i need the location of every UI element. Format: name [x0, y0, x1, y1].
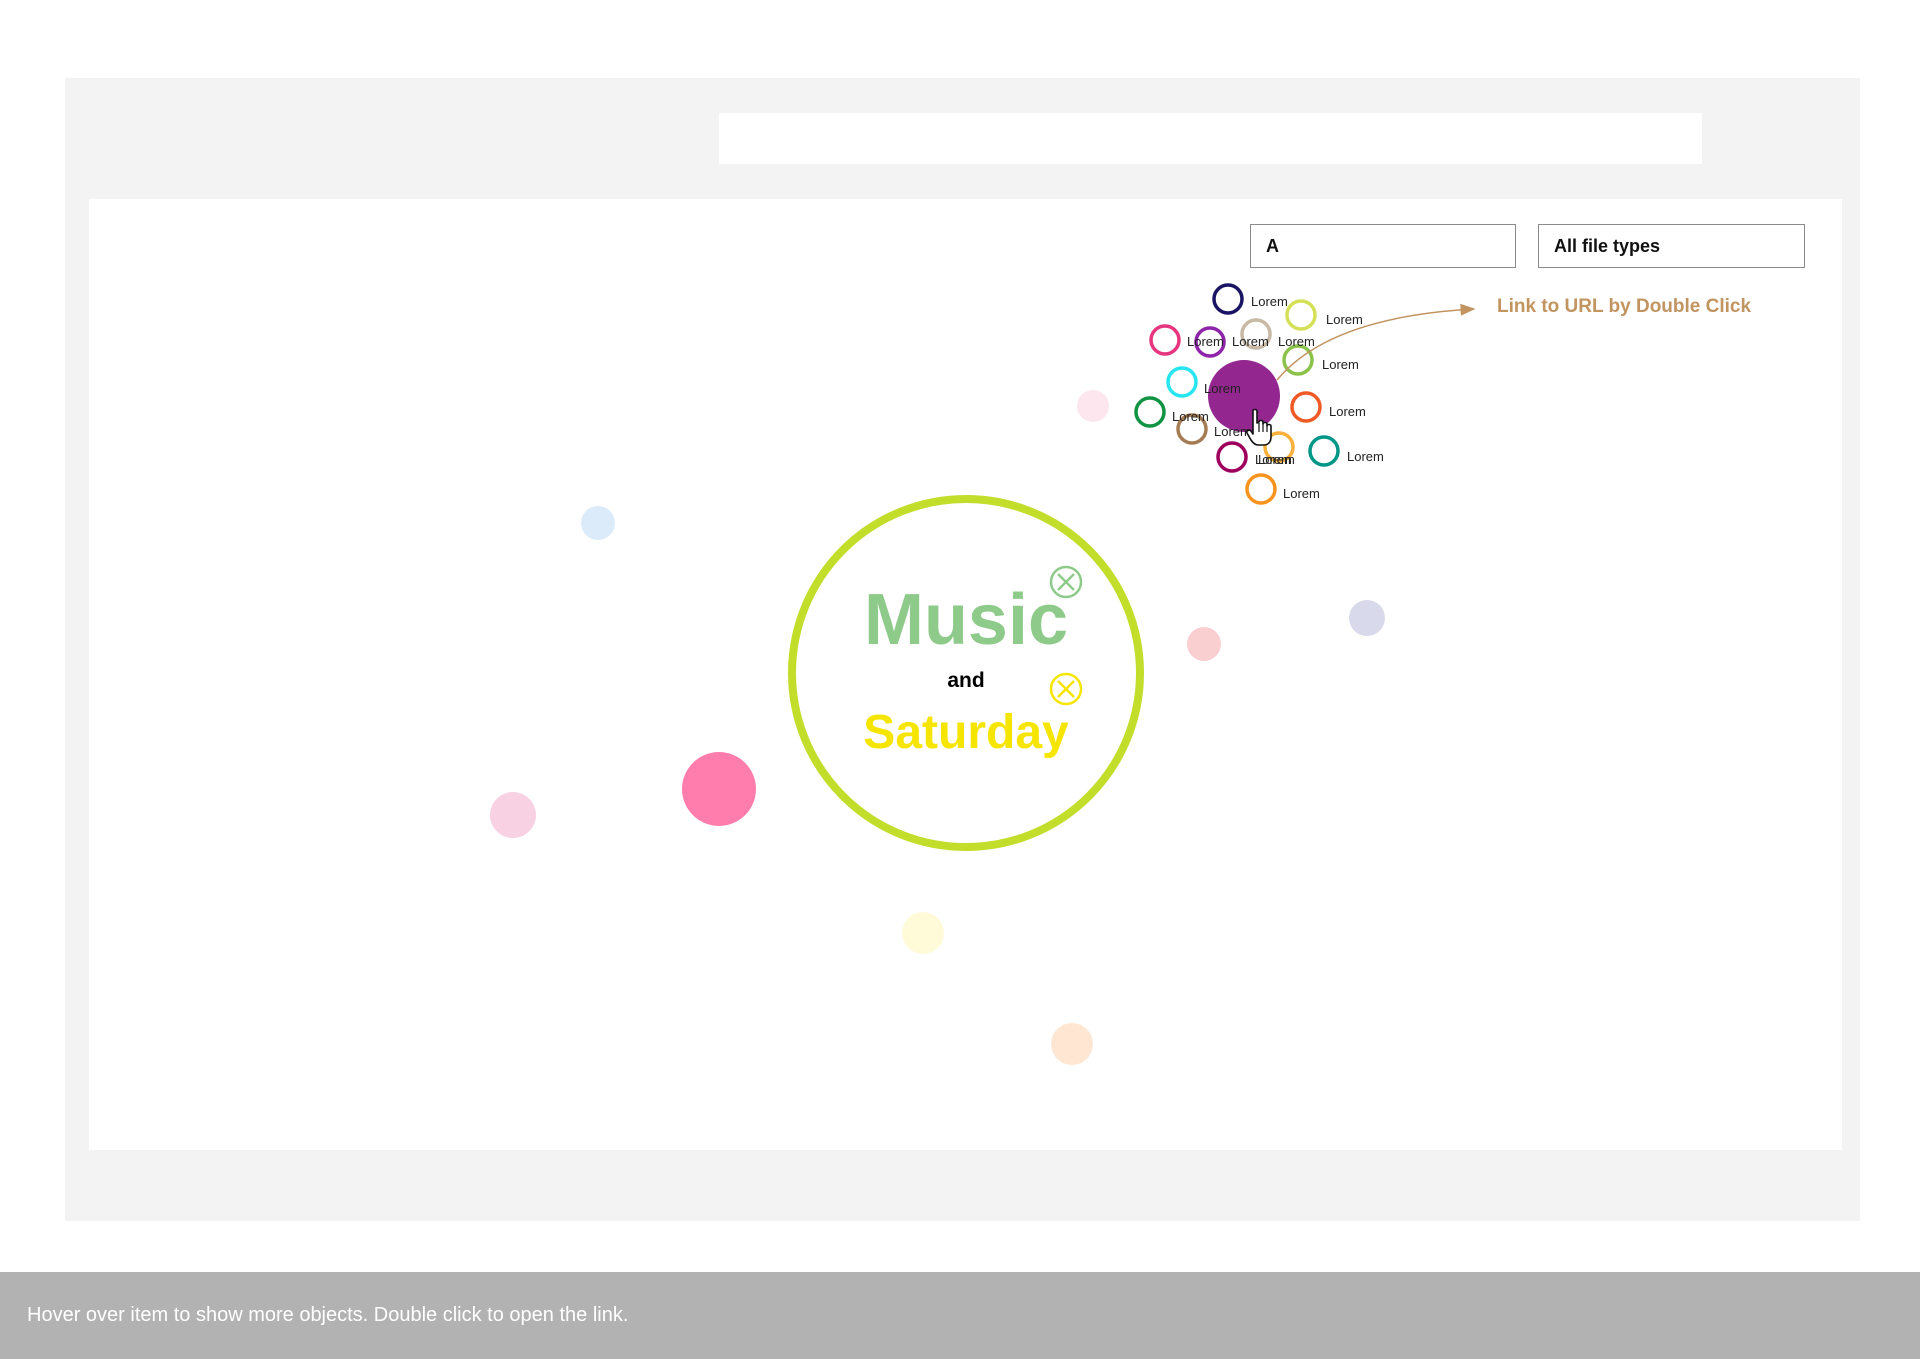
- satellite-label: Lorem: [1204, 381, 1241, 396]
- bubble-node[interactable]: [490, 792, 536, 838]
- satellite-label: Lorem: [1172, 409, 1209, 424]
- center-topic-saturday: Saturday: [863, 706, 1069, 759]
- bubble-node[interactable]: [1051, 1023, 1093, 1065]
- double-click-hint: Link to URL by Double Click: [1497, 296, 1752, 317]
- bubble-node[interactable]: [581, 506, 615, 540]
- satellite-node[interactable]: [1245, 473, 1277, 505]
- satellite-label: Lorem: [1347, 449, 1384, 464]
- satellite-node[interactable]: [1308, 435, 1340, 467]
- satellite-node[interactable]: [1285, 299, 1317, 331]
- satellite-node[interactable]: [1216, 441, 1248, 473]
- satellite-node[interactable]: [1149, 324, 1181, 356]
- satellite-label: Lorem: [1255, 452, 1292, 467]
- bubble-node[interactable]: [682, 752, 756, 826]
- graph-canvas: A All file types Music and Saturday Lore…: [89, 199, 1842, 1150]
- satellite-label: Lorem: [1283, 486, 1320, 501]
- satellite-label: Lorem: [1278, 334, 1315, 349]
- satellite-node[interactable]: [1290, 391, 1322, 423]
- caption-text: Hover over item to show more objects. Do…: [27, 1304, 629, 1326]
- satellite-label: Lorem: [1251, 294, 1288, 309]
- satellite-label: Lorem: [1187, 334, 1224, 349]
- bubble-node[interactable]: [1349, 600, 1385, 636]
- satellite-node[interactable]: [1134, 396, 1166, 428]
- satellite-node[interactable]: [1212, 283, 1244, 315]
- satellite-label: Lorem: [1329, 404, 1366, 419]
- bubble-node[interactable]: [1077, 390, 1109, 422]
- center-topic-music: Music: [864, 580, 1068, 660]
- bubble-node[interactable]: [902, 912, 944, 954]
- bubble-node[interactable]: [1187, 627, 1221, 661]
- caption-bar: Hover over item to show more objects. Do…: [0, 1272, 1920, 1359]
- satellite-label: Lorem: [1214, 424, 1251, 439]
- bubble-graph: Music and Saturday Lorem Lorem Lorem Lorem L…: [490, 283, 1476, 1065]
- center-connector: and: [947, 669, 984, 692]
- top-search-bar[interactable]: [719, 113, 1702, 164]
- hub-node[interactable]: [1208, 360, 1280, 432]
- satellite-node[interactable]: [1166, 366, 1198, 398]
- satellite-label: Lorem: [1322, 357, 1359, 372]
- satellite-label: Lorem: [1326, 312, 1363, 327]
- satellite-label: Lorem: [1232, 334, 1269, 349]
